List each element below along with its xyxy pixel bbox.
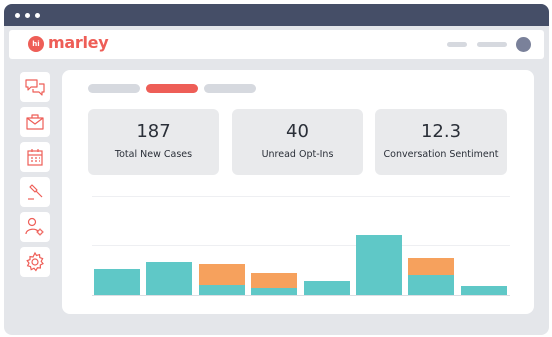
stat-label: Unread Opt-Ins xyxy=(261,149,334,160)
chart-bar-teal-segment[interactable] xyxy=(303,281,350,295)
title-bar xyxy=(4,4,549,26)
logo-text: marley xyxy=(48,33,109,52)
app-window: hi marley 187 Total New Cases 40 Unread … xyxy=(4,4,549,335)
sidebar-item-users[interactable] xyxy=(20,212,50,242)
chart-bar-teal-segment[interactable] xyxy=(356,235,402,295)
tab-2-active[interactable] xyxy=(146,84,198,93)
dashboard-panel: 187 Total New Cases 40 Unread Opt-Ins 12… xyxy=(62,70,534,314)
stat-label: Conversation Sentiment xyxy=(383,149,499,160)
sidebar-item-settings[interactable] xyxy=(20,247,50,277)
window-dot[interactable] xyxy=(15,13,20,18)
sidebar-item-calendar[interactable] xyxy=(20,142,50,172)
header-menu-placeholder[interactable] xyxy=(477,42,507,47)
user-settings-icon xyxy=(25,217,44,236)
window-dot[interactable] xyxy=(25,13,30,18)
avatar[interactable] xyxy=(516,37,531,52)
stat-value: 187 xyxy=(136,121,171,142)
sidebar-item-inbox[interactable] xyxy=(20,107,50,137)
stat-card-total-new-cases[interactable]: 187 Total New Cases xyxy=(88,109,219,175)
chart-baseline xyxy=(92,295,510,296)
chart-gridline xyxy=(92,245,510,246)
window-dot[interactable] xyxy=(35,13,40,18)
logo-badge: hi xyxy=(28,36,44,52)
chart-gridline xyxy=(92,196,510,197)
gavel-icon xyxy=(28,184,43,200)
stat-value: 12.3 xyxy=(420,121,462,142)
sidebar-item-messages[interactable] xyxy=(20,72,50,102)
chart-bar-teal-segment[interactable] xyxy=(94,269,140,295)
app-header: hi marley xyxy=(9,30,544,59)
envelope-icon xyxy=(26,114,44,130)
chart-bar-teal-segment[interactable] xyxy=(198,285,245,295)
chart-bar-teal-segment[interactable] xyxy=(460,286,507,295)
chart-bar-teal-segment[interactable] xyxy=(251,288,298,295)
chart-bar-teal-segment[interactable] xyxy=(146,262,193,295)
sidebar-item-legal[interactable] xyxy=(20,177,50,207)
chart-bar-teal-segment[interactable] xyxy=(408,275,455,295)
stat-value: 40 xyxy=(286,121,309,142)
calendar-icon xyxy=(27,149,43,166)
chart-bar-orange-segment[interactable] xyxy=(251,273,298,288)
gear-icon xyxy=(26,251,44,272)
chat-bubbles-icon xyxy=(25,79,45,96)
chart-bar-orange-segment[interactable] xyxy=(408,258,455,275)
tab-1[interactable] xyxy=(88,84,140,93)
stat-label: Total New Cases xyxy=(114,149,193,160)
header-menu-placeholder[interactable] xyxy=(447,42,467,47)
tab-3[interactable] xyxy=(204,84,256,93)
stat-card-conversation-sentiment[interactable]: 12.3 Conversation Sentiment xyxy=(375,109,507,175)
chart-bar-orange-segment[interactable] xyxy=(198,264,245,285)
stat-card-unread-opt-ins[interactable]: 40 Unread Opt-Ins xyxy=(232,109,363,175)
